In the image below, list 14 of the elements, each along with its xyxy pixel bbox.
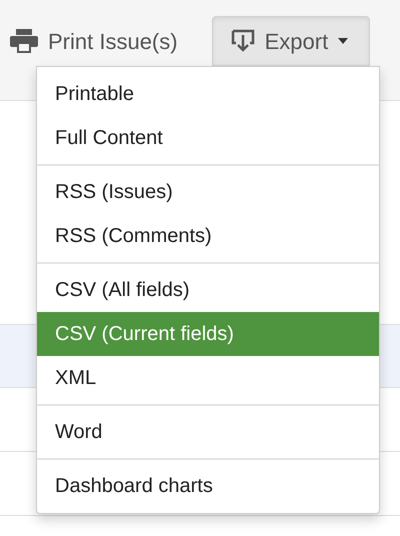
- download-icon: [230, 29, 255, 53]
- menu-item[interactable]: Full Content: [37, 116, 379, 160]
- caret-icon: [338, 38, 348, 44]
- print-button[interactable]: Print Issue(s): [10, 16, 178, 66]
- menu-item[interactable]: XML: [37, 356, 379, 400]
- printer-icon: [10, 29, 38, 53]
- menu-item[interactable]: Word: [37, 410, 379, 454]
- menu-item[interactable]: Printable: [37, 72, 379, 116]
- menu-item[interactable]: RSS (Issues): [37, 170, 379, 214]
- menu-item[interactable]: Dashboard charts: [37, 464, 379, 508]
- export-button[interactable]: Export: [212, 16, 370, 66]
- menu-item[interactable]: CSV (Current fields): [37, 312, 379, 356]
- menu-item[interactable]: RSS (Comments): [37, 214, 379, 258]
- menu-item[interactable]: CSV (All fields): [37, 268, 379, 312]
